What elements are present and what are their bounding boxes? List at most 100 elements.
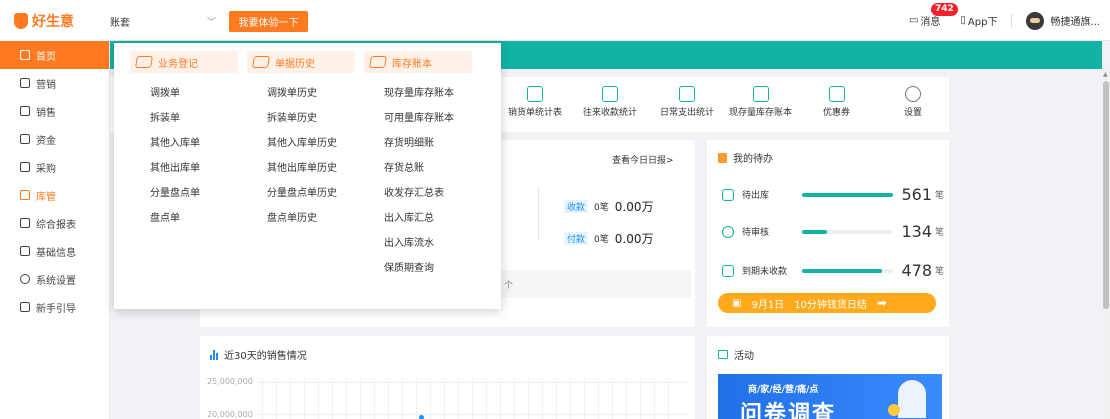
quick-link-settings[interactable]: 设置 [904,86,922,118]
todo-item-label: 待出库 [741,191,769,201]
speaker-icon [718,350,728,359]
sales-chart-title-label: 近30天的销售情况 [224,351,307,362]
menu-link-inout-flow[interactable]: 出入库流水 [364,231,472,256]
expense-icon [679,86,695,102]
gridline [346,378,347,419]
menu-link-receive-issue-summary[interactable]: 收发存汇总表 [364,181,472,206]
app-download-button[interactable]: ▯ App下 [960,13,997,28]
sidebar-item-basic-info[interactable]: 基础信息 [0,237,109,265]
quick-link-coupons[interactable]: 优惠券 [823,86,850,118]
sidebar-item-funds[interactable]: 资金 [0,125,109,153]
receipt-count: 0笔 [594,203,609,213]
sidebar-item-label: 库管 [36,191,56,203]
menu-link-transfer-history[interactable]: 调拨单历史 [247,81,355,106]
menu-link-item-general-ledger[interactable]: 存货总账 [364,156,472,181]
menu-link-current-stock-ledger[interactable]: 现存量库存账本 [364,81,472,106]
info-circle-icon [722,225,734,238]
menu-link-item-detail-ledger[interactable]: 存货明细账 [364,131,472,156]
menu-link-assembly-history[interactable]: 拆装单历史 [247,106,355,131]
todo-title-label: 我的待办 [733,154,773,165]
chevron-down-icon: ﹀ [206,17,216,28]
divider [538,186,539,241]
scrollbar[interactable]: ▲ [1102,69,1110,419]
figure-illustration [888,404,900,416]
scrollbar-thumb[interactable] [1103,81,1109,309]
register-icon [134,56,154,68]
promo-date: 9月1日 [751,299,785,311]
quick-link-sales-stats[interactable]: 销货单统计表 [508,86,562,118]
settings-icon [20,274,30,284]
menu-link-other-inbound-history[interactable]: 其他入库单历史 [247,131,355,156]
menu-link-transfer[interactable]: 调拨单 [130,81,238,106]
gridline [640,378,641,419]
quick-link-stock-ledger[interactable]: 现存量库存账本 [729,86,792,118]
activity-title: 活动 [718,347,754,362]
sidebar-item-label: 综合报表 [36,219,76,231]
guide-icon [20,302,30,312]
logo[interactable]: 好生意 [0,0,110,41]
user-name[interactable]: 畅捷通旗... [1050,13,1100,28]
menu-link-partial-count[interactable]: 分量盘点单 [130,181,238,206]
quick-link-label: 现存量库存账本 [729,108,793,118]
todo-item-count: 561 [901,185,932,204]
trial-button[interactable]: 我要体验一下 [229,11,308,32]
menu-link-other-outbound-history[interactable]: 其他出库单历史 [247,156,355,181]
sidebar-item-label: 新手引导 [36,303,76,315]
menu-link-other-inbound[interactable]: 其他入库单 [130,131,238,156]
todo-item-pending-review[interactable]: 待审核 134 笔 [722,222,944,241]
quick-link-label: 优惠券 [823,108,851,118]
sidebar-item-purchase[interactable]: 采购 [0,153,109,181]
menu-link-shelf-life-query[interactable]: 保质期查询 [364,256,472,281]
todo-progress-track [801,229,894,234]
inventory-mega-menu: 业务登记 调拨单 拆装单 其他入库单 其他出库单 分量盘点单 盘点单 单据历史 … [114,43,501,309]
quick-link-label: 日常支出统计 [660,108,715,118]
menu-link-inout-summary[interactable]: 出入库汇总 [364,206,472,231]
chart-data-point[interactable] [419,415,424,419]
promo-bar[interactable]: ▣ 9月1日 10分钟钱货日结 ➡ [718,293,936,313]
messages-button[interactable]: ▭ 消息 742 [909,3,958,28]
todo-item-count: 478 [901,261,932,280]
gray-bar-text: 个 [504,280,514,291]
menu-column-history: 单据历史 调拨单历史 拆装单历史 其他入库单历史 其他出库单历史 分量盘点单历史… [247,51,355,231]
menu-link-stock-count-history[interactable]: 盘点单历史 [247,206,355,231]
purchase-icon [20,162,30,172]
menu-column-header: 库存账本 [364,51,472,73]
home-icon [20,50,30,60]
account-select[interactable]: 账套 ﹀ [110,11,222,31]
gridline [654,378,655,419]
avatar[interactable] [1026,11,1045,30]
menu-link-stock-count[interactable]: 盘点单 [130,206,238,231]
gridline [304,378,305,419]
view-daily-report-link[interactable]: 查看今日日报> [612,153,674,166]
todo-progress-track [801,192,894,197]
todo-item-overdue-receivable[interactable]: 到期未收款 478 笔 [722,261,944,280]
todo-progress-fill [801,192,894,197]
todo-item-pending-outbound[interactable]: 待出库 561 笔 [722,185,944,204]
brand-name: 好生意 [32,13,74,30]
menu-link-other-outbound[interactable]: 其他出库单 [130,156,238,181]
gridline [472,378,473,419]
quick-link-receivables[interactable]: 往来收款统计 [583,86,637,118]
sidebar-item-sales[interactable]: 销售 [0,97,109,125]
history-icon [251,56,271,68]
menu-link-partial-count-history[interactable]: 分量盘点单历史 [247,181,355,206]
sidebar-item-inventory[interactable]: 库管 [0,181,109,209]
sidebar-item-guide[interactable]: 新手引导 [0,293,109,321]
sidebar-item-marketing[interactable]: 营销 [0,69,109,97]
sidebar-item-reports[interactable]: 综合报表 [0,209,109,237]
quick-link-expenses[interactable]: 日常支出统计 [660,86,714,118]
menu-column-title: 库存账本 [392,58,432,70]
sidebar-item-home[interactable]: 首页 [0,41,109,69]
scroll-up-icon[interactable]: ▲ [1103,71,1108,78]
menu-column-header: 业务登记 [130,51,238,73]
gridline [486,378,487,419]
coupon-icon [828,86,845,102]
y-tick-label: 25,000,000 [207,377,253,386]
sidebar-item-label: 资金 [36,135,56,147]
survey-banner[interactable]: 商/家/经/营/痛/点 问卷调查 [718,374,942,419]
menu-link-available-stock-ledger[interactable]: 可用量库存账本 [364,106,472,131]
sidebar-item-system-settings[interactable]: 系统设置 [0,265,109,293]
gridline [458,378,459,419]
gift-icon [20,78,30,88]
menu-link-assembly[interactable]: 拆装单 [130,106,238,131]
